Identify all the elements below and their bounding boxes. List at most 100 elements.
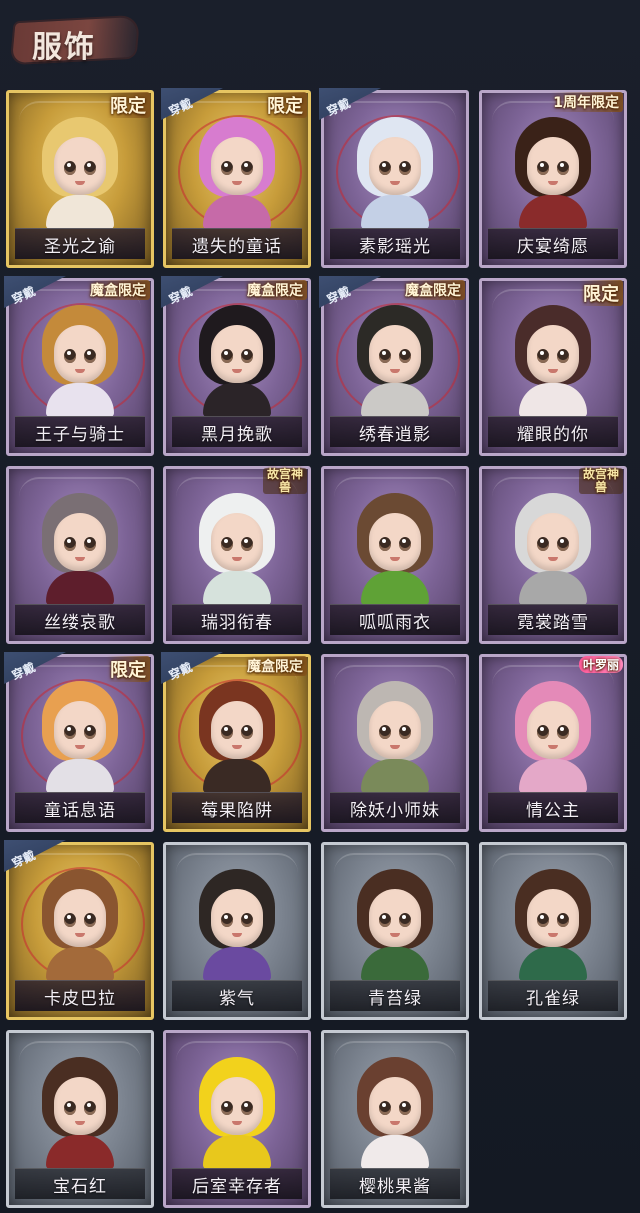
card-frame: 呱呱雨衣 bbox=[321, 466, 469, 644]
card-frame: 黑月挽歌 bbox=[163, 278, 311, 456]
costume-name: 青苔绿 bbox=[368, 988, 422, 1009]
portrait-mouth bbox=[548, 933, 558, 937]
costume-card[interactable]: 王子与骑士 穿戴 魔盒限定 bbox=[4, 276, 154, 456]
costume-name-bar: 庆宴绮愿 bbox=[488, 228, 618, 259]
portrait-face bbox=[527, 325, 579, 383]
portrait-eye bbox=[379, 349, 391, 363]
portrait-mouth bbox=[75, 181, 85, 185]
portrait-eye bbox=[84, 1101, 96, 1115]
costume-card[interactable]: 素影瑶光 穿戴 bbox=[319, 88, 469, 268]
costume-name-bar: 黑月挽歌 bbox=[172, 416, 302, 447]
costume-name: 瑞羽衔春 bbox=[201, 612, 273, 633]
portrait-body bbox=[519, 571, 587, 605]
costume-card[interactable]: 丝缕哀歌 bbox=[6, 466, 154, 644]
portrait-eye bbox=[399, 161, 411, 175]
portrait-face bbox=[369, 137, 421, 195]
character-portrait bbox=[345, 115, 445, 229]
portrait-eye bbox=[557, 725, 569, 739]
costume-card[interactable]: 青苔绿 bbox=[321, 842, 469, 1020]
portrait-face bbox=[211, 1077, 263, 1135]
portrait-body bbox=[361, 383, 429, 417]
character-portrait bbox=[30, 115, 130, 229]
page: { "header": { "title": "服饰" }, "tags": {… bbox=[0, 0, 640, 1213]
costume-card[interactable]: 孔雀绿 bbox=[479, 842, 627, 1020]
portrait-eye bbox=[221, 161, 233, 175]
portrait-eye bbox=[64, 725, 76, 739]
portrait-mouth bbox=[232, 1121, 242, 1125]
limited-badge: 1周年限定 bbox=[549, 92, 623, 112]
costume-card[interactable]: 卡皮巴拉 穿戴 bbox=[4, 840, 154, 1020]
limited-badge: 叶罗丽 bbox=[578, 656, 623, 673]
costume-name: 圣光之谕 bbox=[44, 236, 116, 257]
limited-badge: 魔盒限定 bbox=[401, 280, 465, 300]
costume-name-bar: 童话息语 bbox=[15, 792, 145, 823]
portrait-eye bbox=[379, 537, 391, 551]
portrait-eye bbox=[537, 725, 549, 739]
portrait-body bbox=[203, 759, 271, 793]
portrait-eye bbox=[84, 349, 96, 363]
card-frame: 庆宴绮愿 bbox=[479, 90, 627, 268]
costume-name-bar: 后室幸存者 bbox=[172, 1168, 302, 1199]
character-portrait bbox=[503, 491, 603, 605]
portrait-body bbox=[519, 195, 587, 229]
portrait-body bbox=[361, 759, 429, 793]
portrait-eye bbox=[399, 725, 411, 739]
portrait-body bbox=[46, 759, 114, 793]
costume-name-bar: 王子与骑士 bbox=[15, 416, 145, 447]
portrait-body bbox=[361, 947, 429, 981]
costume-card[interactable]: 耀眼的你 限定 bbox=[479, 278, 627, 456]
card-frame: 樱桃果酱 bbox=[321, 1030, 469, 1208]
costume-name: 黑月挽歌 bbox=[201, 424, 273, 445]
costume-card[interactable]: 绣春逍影 穿戴 魔盒限定 bbox=[319, 276, 469, 456]
portrait-eye bbox=[537, 913, 549, 927]
portrait-eye bbox=[379, 725, 391, 739]
card-frame: 紫气 bbox=[163, 842, 311, 1020]
costume-card[interactable]: 呱呱雨衣 bbox=[321, 466, 469, 644]
costume-card[interactable]: 霓裳踏雪 故宫神兽 bbox=[479, 466, 627, 644]
portrait-face bbox=[369, 513, 421, 571]
portrait-eye bbox=[221, 1101, 233, 1115]
portrait-eye bbox=[64, 1101, 76, 1115]
character-portrait bbox=[345, 1055, 445, 1169]
portrait-face bbox=[369, 1077, 421, 1135]
limited-badge: 魔盒限定 bbox=[243, 280, 307, 300]
costume-card[interactable]: 莓果陷阱 穿戴 魔盒限定 bbox=[161, 652, 311, 832]
portrait-body bbox=[203, 571, 271, 605]
costume-name-bar: 丝缕哀歌 bbox=[15, 604, 145, 635]
costume-card[interactable]: 除妖小师妹 bbox=[321, 654, 469, 832]
costume-card[interactable]: 紫气 bbox=[163, 842, 311, 1020]
portrait-eye bbox=[84, 913, 96, 927]
costume-name-bar: 樱桃果酱 bbox=[330, 1168, 460, 1199]
character-portrait bbox=[30, 303, 130, 417]
portrait-eye bbox=[221, 725, 233, 739]
portrait-eye bbox=[399, 537, 411, 551]
portrait-face bbox=[527, 137, 579, 195]
costume-card[interactable]: 情公主 叶罗丽 bbox=[479, 654, 627, 832]
costume-card[interactable]: 瑞羽衔春 故宫神兽 bbox=[163, 466, 311, 644]
costume-name-bar: 青苔绿 bbox=[330, 980, 460, 1011]
costume-name: 除妖小师妹 bbox=[350, 800, 440, 821]
portrait-body bbox=[519, 383, 587, 417]
costume-card[interactable]: 庆宴绮愿 1周年限定 bbox=[479, 90, 627, 268]
costume-card[interactable]: 遗失的童话 穿戴 限定 bbox=[161, 88, 311, 268]
portrait-mouth bbox=[75, 933, 85, 937]
limited-badge: 魔盒限定 bbox=[243, 656, 307, 676]
card-frame: 丝缕哀歌 bbox=[6, 466, 154, 644]
costume-name-bar: 绣春逍影 bbox=[330, 416, 460, 447]
limited-badge: 限定 bbox=[263, 92, 307, 118]
costume-card[interactable]: 圣光之谕 限定 bbox=[6, 90, 154, 268]
costume-card[interactable]: 黑月挽歌 穿戴 魔盒限定 bbox=[161, 276, 311, 456]
costume-card[interactable]: 樱桃果酱 bbox=[321, 1030, 469, 1208]
costume-name: 遗失的童话 bbox=[192, 236, 282, 257]
costume-card[interactable]: 后室幸存者 bbox=[163, 1030, 311, 1208]
portrait-eye bbox=[557, 537, 569, 551]
portrait-eye bbox=[64, 161, 76, 175]
portrait-eye bbox=[557, 349, 569, 363]
costume-card[interactable]: 童话息语 穿戴 限定 bbox=[4, 652, 154, 832]
limited-badge: 故宫神兽 bbox=[263, 468, 307, 494]
portrait-eye bbox=[399, 349, 411, 363]
costume-name: 呱呱雨衣 bbox=[359, 612, 431, 633]
costume-name-bar: 除妖小师妹 bbox=[330, 792, 460, 823]
limited-badge: 故宫神兽 bbox=[579, 468, 623, 494]
costume-card[interactable]: 宝石红 bbox=[6, 1030, 154, 1208]
